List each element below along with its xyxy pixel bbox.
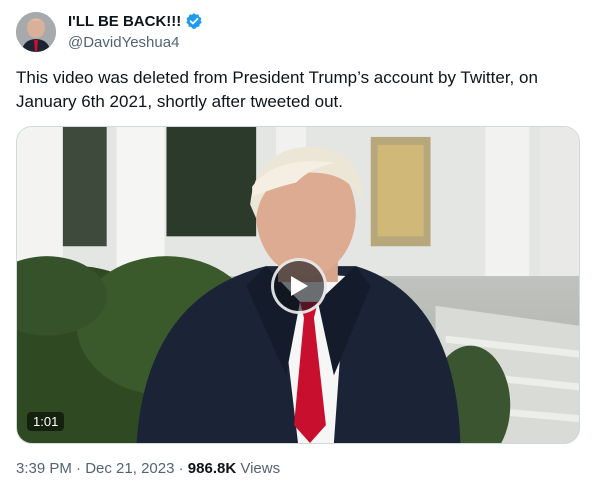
video-player[interactable]: 1:01 [16,126,580,444]
views-count[interactable]: 986.8K [188,460,236,477]
tweet-meta: 3:39 PM · Dec 21, 2023 · 986.8K Views [16,460,280,477]
play-icon [291,276,308,296]
tweet-card: I'LL BE BACK!!! @DavidYeshua4 This video… [0,0,611,497]
tweet-date[interactable]: Dec 21, 2023 [85,460,174,477]
avatar-image [16,12,56,52]
play-button[interactable] [271,258,327,314]
profile-avatar[interactable] [16,12,56,52]
tweet-text: This video was deleted from President Tr… [16,68,538,111]
video-duration-badge: 1:01 [27,412,65,431]
author-name-row[interactable]: I'LL BE BACK!!! [68,12,203,30]
views-label: Views [240,460,281,477]
author-display-name[interactable]: I'LL BE BACK!!! [68,13,181,30]
verified-badge-icon [186,13,203,29]
meta-separator: · [178,460,184,477]
author-handle[interactable]: @DavidYeshua4 [68,34,179,51]
tweet-time[interactable]: 3:39 PM [16,460,72,477]
meta-separator: · [76,460,82,477]
